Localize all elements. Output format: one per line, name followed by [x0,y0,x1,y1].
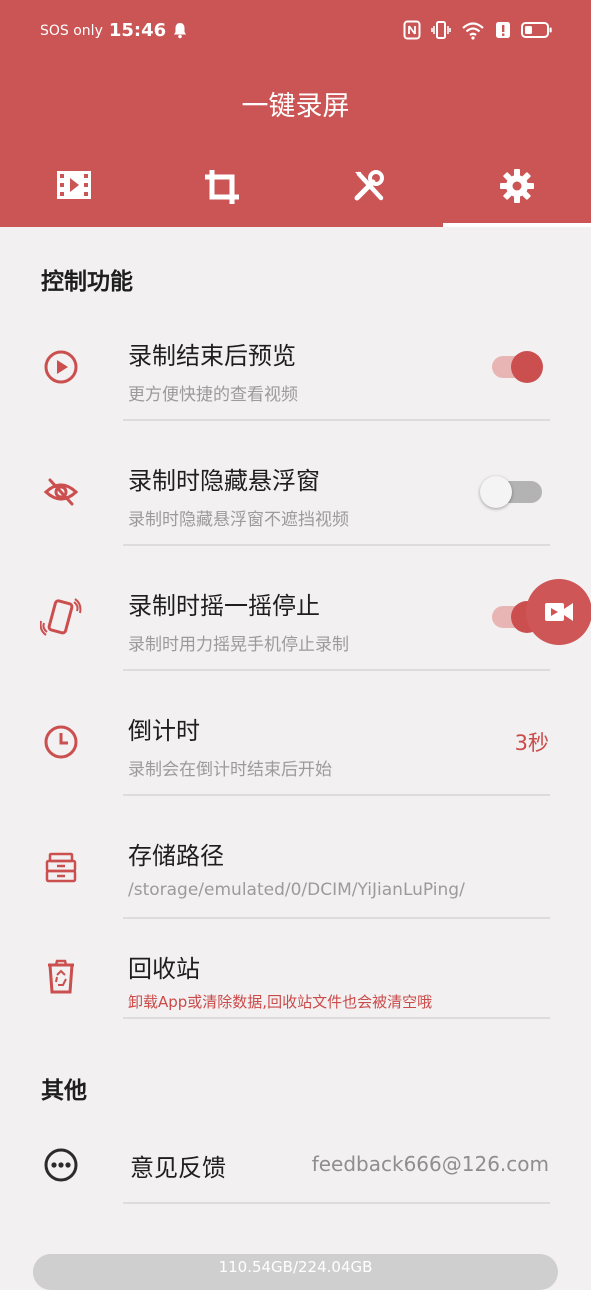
status-bar: SOS only 15:46 [0,0,591,66]
storage-usage-text: 110.54GB/224.04GB [218,1258,373,1276]
feedback-email[interactable]: feedback666@126.com [312,1152,549,1176]
setting-subtitle: 录制时用力摇晃手机停止录制 [128,635,349,655]
section-title-control: 控制功能 [41,269,133,295]
tools-icon [354,170,385,201]
drawer-icon [40,846,82,888]
divider [123,419,550,421]
setting-title: 回收站 [128,955,200,983]
clock-icon [40,721,82,763]
setting-title: 存储路径 [128,842,224,870]
clock-time: 15:46 [108,20,167,41]
setting-subtitle: /storage/emulated/0/DCIM/YiJianLuPing/ [128,880,465,900]
setting-subtitle: 更方便快捷的查看视频 [128,385,298,405]
eye-off-icon [40,471,82,513]
preview-toggle[interactable] [490,350,546,383]
tab-recordings[interactable] [0,150,148,227]
divider [123,1017,550,1019]
carrier-text: SOS only [40,22,103,39]
setting-title: 录制时摇一摇停止 [128,592,320,620]
divider [123,917,550,919]
crop-icon [204,170,239,204]
video-icon [56,171,91,199]
bell-icon [174,23,187,39]
tab-tools[interactable] [296,150,444,227]
setting-subtitle: 录制会在倒计时结束后开始 [128,760,332,780]
setting-warning: 卸载App或清除数据,回收站文件也会被清空哦 [128,993,433,1011]
setting-title: 倒计时 [128,717,200,745]
hide-float-toggle[interactable] [480,475,546,508]
storage-usage-bar: 110.54GB/224.04GB [33,1254,558,1290]
phone-shake-icon [40,596,82,638]
nfc-icon [403,20,421,40]
tab-settings[interactable] [443,150,591,227]
video-camera-icon [545,603,573,621]
play-circle-icon [40,346,82,388]
setting-recycle-bin[interactable]: 回收站 卸载App或清除数据,回收站文件也会被清空哦 [0,945,591,1025]
divider [123,544,550,546]
more-circle-icon [40,1144,82,1186]
setting-title: 录制结束后预览 [128,342,296,370]
tab-crop[interactable] [148,150,296,227]
vibrate-icon [431,21,451,39]
tab-bar [0,150,591,227]
gear-icon [500,169,535,203]
page-title: 一键录屏 [241,91,350,122]
setting-title: 意见反馈 [130,1154,226,1182]
divider [123,1202,550,1204]
setting-hide-float[interactable]: 录制时隐藏悬浮窗 录制时隐藏悬浮窗不遮挡视频 [0,455,591,547]
recycle-bin-icon [40,955,82,997]
setting-shake-stop[interactable]: 录制时摇一摇停止 录制时用力摇晃手机停止录制 [0,580,591,672]
battery-icon [521,22,552,38]
setting-preview[interactable]: 录制结束后预览 更方便快捷的查看视频 [0,330,591,422]
divider [123,794,550,796]
setting-title: 录制时隐藏悬浮窗 [128,467,320,495]
setting-feedback[interactable]: 意见反馈 feedback666@126.com [0,1140,591,1206]
countdown-value[interactable]: 3秒 [515,727,549,757]
section-title-other: 其他 [41,1078,87,1104]
setting-countdown[interactable]: 倒计时 录制会在倒计时结束后开始 3秒 [0,705,591,797]
setting-storage-path[interactable]: 存储路径 /storage/emulated/0/DCIM/YiJianLuPi… [0,830,591,922]
divider [123,669,550,671]
wifi-icon [462,22,484,40]
app-header: SOS only 15:46 一键录屏 [0,0,591,227]
setting-subtitle: 录制时隐藏悬浮窗不遮挡视频 [128,510,349,530]
alert-icon [496,22,510,38]
floating-record-button[interactable] [526,579,591,645]
